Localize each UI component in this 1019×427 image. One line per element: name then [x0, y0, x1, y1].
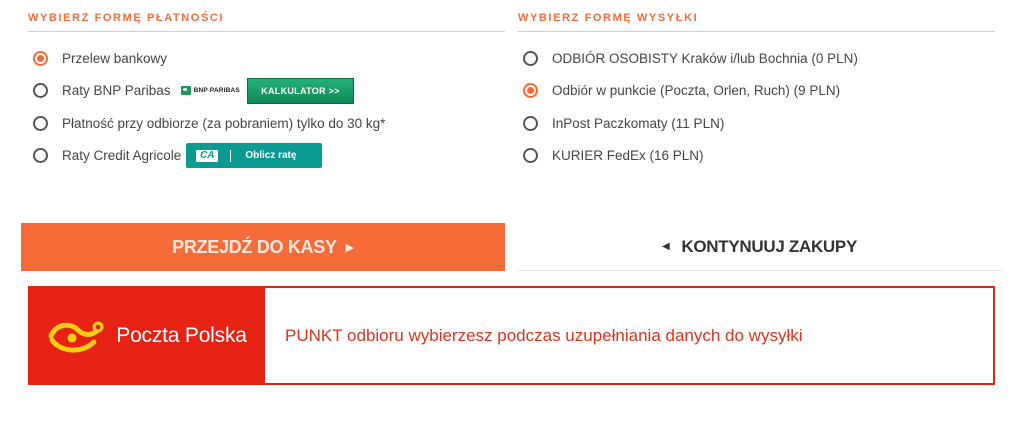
- ca-button-label: Oblicz ratę: [245, 150, 297, 162]
- poczta-polska-logo: Poczta Polska: [30, 288, 265, 383]
- shipping-option-label: Odbiór w punkcie (Poczta, Orlen, Ruch) (…: [552, 83, 841, 99]
- shipping-option-pickup[interactable]: ODBIÓR OSOBISTY Kraków i/lub Bochnia (0 …: [518, 42, 858, 75]
- payment-option-transfer[interactable]: Przelew bankowy: [28, 42, 385, 75]
- payment-radio-transfer[interactable]: [33, 50, 48, 66]
- payment-option-label: Płatność przy odbiorze (za pobraniem) ty…: [62, 115, 386, 131]
- ca-separator: [230, 149, 232, 162]
- payment-option-label: Przelew bankowy: [62, 50, 168, 66]
- checkout-label: PRZEJDŹ DO KASY: [172, 236, 337, 257]
- shipping-radio-pickup[interactable]: [523, 50, 538, 66]
- credit-agricole-logo: CA: [196, 149, 219, 162]
- payment-divider: [28, 31, 505, 32]
- bnp-leaf-icon: [180, 86, 191, 96]
- payment-radio-credit-agricole[interactable]: [33, 148, 48, 164]
- poczta-polska-notice: Poczta Polska PUNKT odbioru wybierzesz p…: [28, 286, 995, 385]
- shipping-option-fedex[interactable]: KURIER FedEx (16 PLN): [518, 140, 858, 173]
- shipping-option-inpost[interactable]: InPost Paczkomaty (11 PLN): [518, 107, 858, 140]
- shipping-radio-fedex[interactable]: [523, 148, 538, 164]
- shipping-option-label: InPost Paczkomaty (11 PLN): [552, 115, 725, 131]
- payment-option-credit-agricole[interactable]: Raty Credit Agricole CA Oblicz ratę: [28, 140, 385, 173]
- shipping-option-point[interactable]: Odbiór w punkcie (Poczta, Orlen, Ruch) (…: [518, 75, 858, 108]
- payment-radio-bnp[interactable]: [33, 83, 48, 99]
- credit-agricole-calc-button[interactable]: CA Oblicz ratę: [186, 143, 323, 169]
- pickup-point-message: PUNKT odbioru wybierzesz podczas uzupełn…: [285, 325, 803, 345]
- payment-section-title: WYBIERZ FORMĘ PŁATNOŚCI: [28, 12, 225, 24]
- poczta-polska-brand: Poczta Polska: [116, 323, 247, 347]
- shipping-radio-point[interactable]: [523, 83, 538, 99]
- bnp-logo-text: BNP PARIBAS: [193, 87, 240, 95]
- payment-option-label: Raty Credit Agricole: [62, 148, 182, 164]
- triangle-left-icon: ◀: [662, 241, 670, 252]
- shipping-divider: [518, 31, 995, 32]
- payment-option-cod[interactable]: Płatność przy odbiorze (za pobraniem) ty…: [28, 107, 385, 140]
- triangle-right-icon: ▶: [345, 241, 354, 254]
- bnp-paribas-logo: BNP PARIBAS: [180, 86, 240, 96]
- posthorn-icon: [48, 321, 104, 352]
- shipping-options: ODBIÓR OSOBISTY Kraków i/lub Bochnia (0 …: [518, 42, 858, 172]
- shipping-option-label: ODBIÓR OSOBISTY Kraków i/lub Bochnia (0 …: [552, 50, 858, 66]
- payment-radio-cod[interactable]: [33, 115, 48, 131]
- continue-label: KONTYNUUJ ZAKUPY: [681, 236, 857, 256]
- payment-options: Przelew bankowy Raty BNP Paribas BNP PAR…: [28, 42, 385, 172]
- shipping-radio-inpost[interactable]: [523, 115, 538, 131]
- shipping-option-label: KURIER FedEx (16 PLN): [552, 148, 704, 164]
- checkout-button[interactable]: PRZEJDŹ DO KASY ▶: [21, 223, 505, 271]
- bnp-calculator-button[interactable]: KALKULATOR >>: [246, 77, 354, 104]
- shipping-section-title: WYBIERZ FORMĘ WYSYŁKI: [518, 12, 699, 24]
- payment-option-bnp[interactable]: Raty BNP Paribas BNP PARIBAS KALKULATOR …: [28, 75, 385, 108]
- continue-shopping-button[interactable]: ◀ KONTYNUUJ ZAKUPY: [517, 223, 1002, 271]
- payment-option-label: Raty BNP Paribas: [62, 83, 171, 99]
